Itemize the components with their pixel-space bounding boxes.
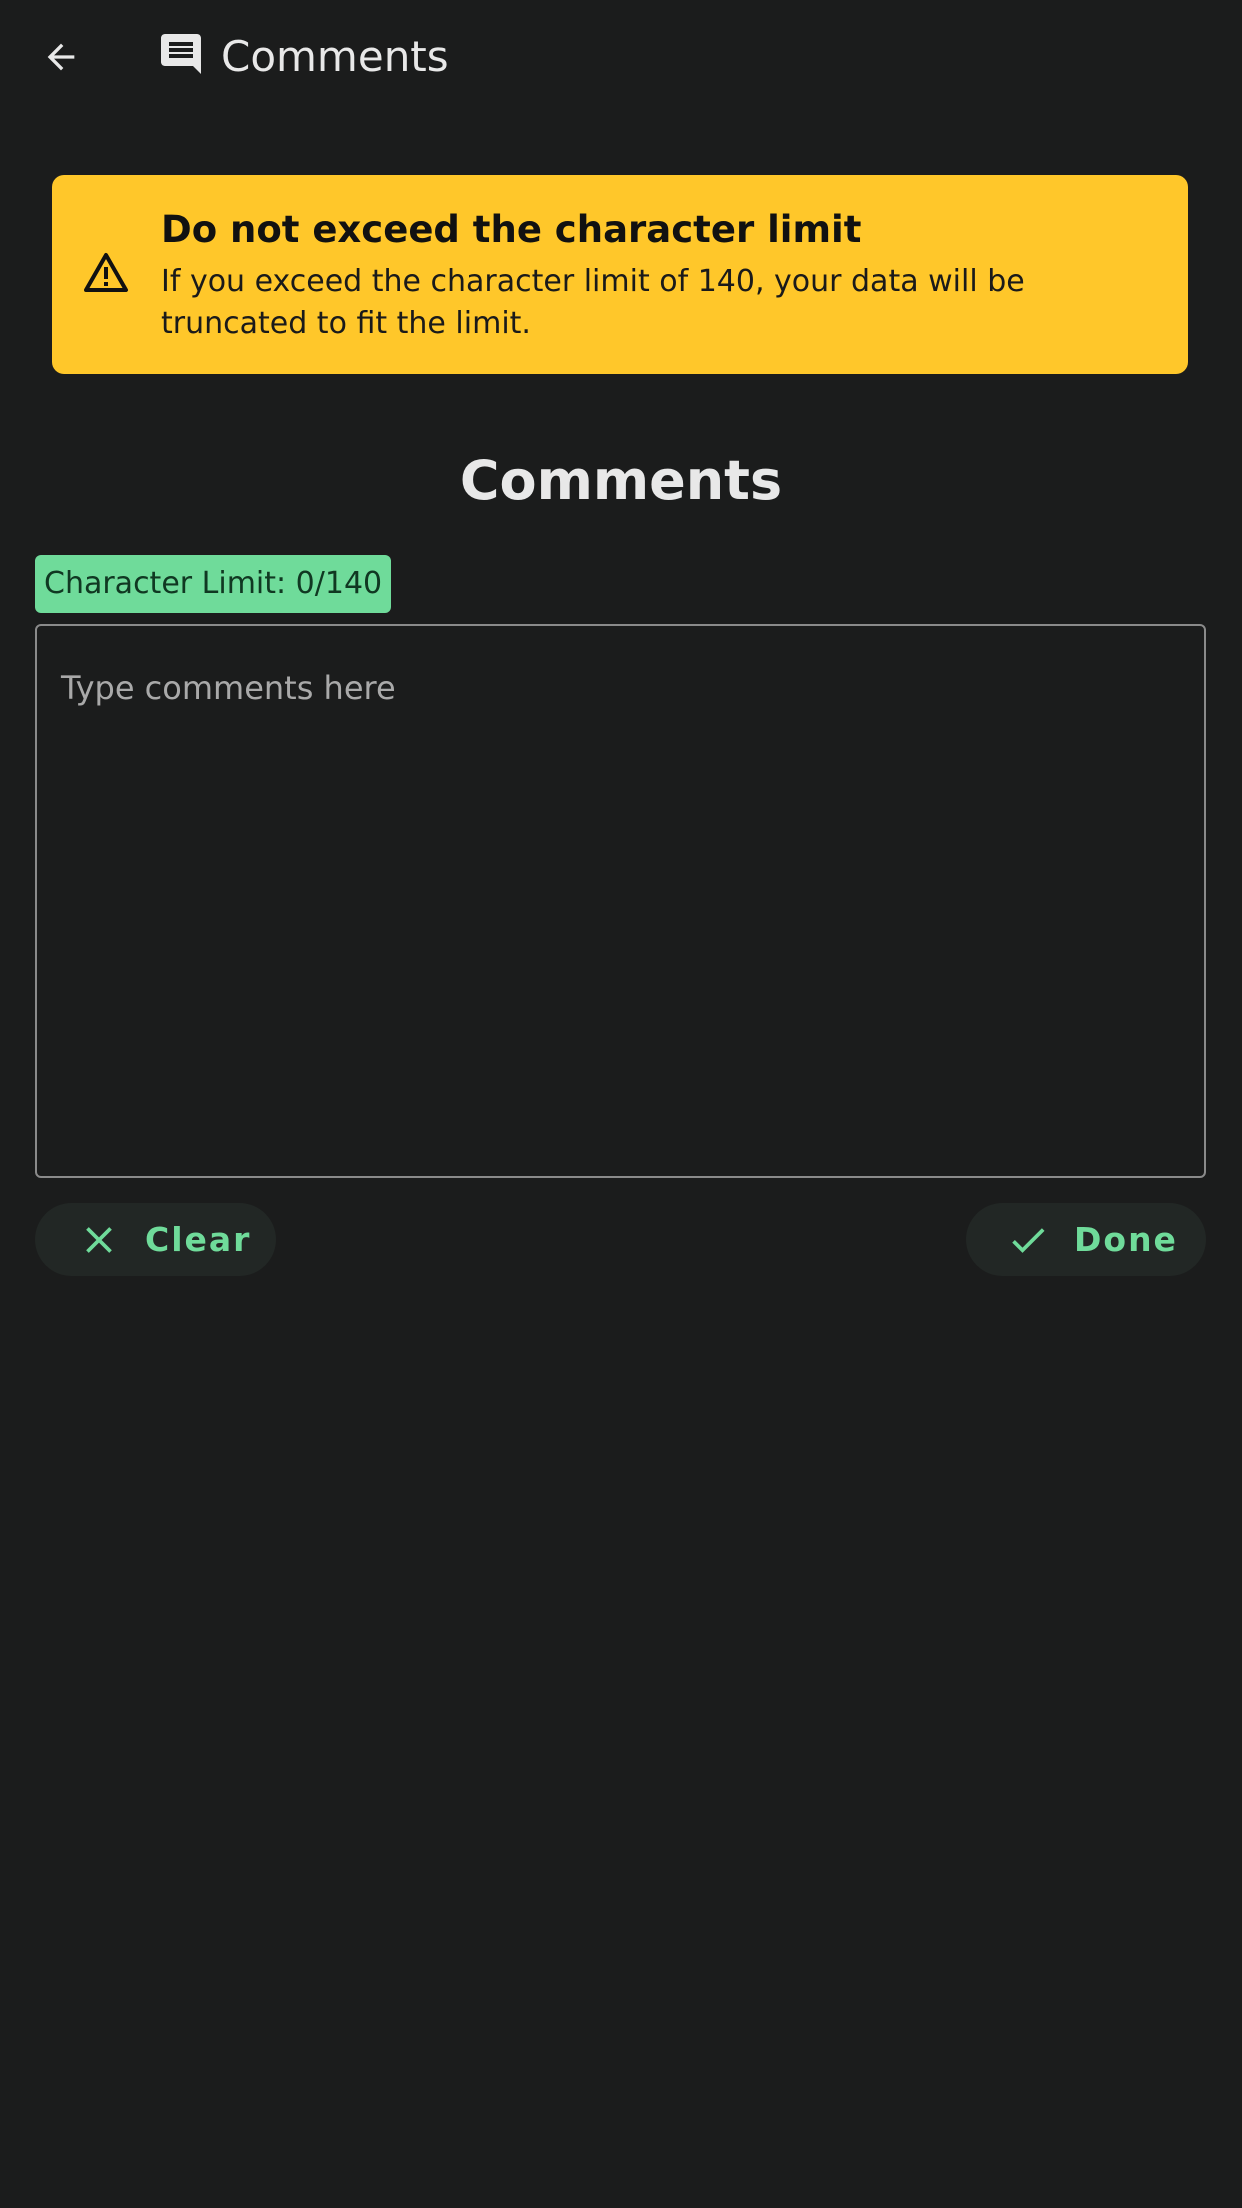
banner-title: Do not exceed the character limit [161,208,862,251]
arrow-left-icon [47,43,75,71]
done-button-label: Done [1074,1220,1178,1259]
banner-message: If you exceed the character limit of 140… [161,264,1025,341]
clear-button[interactable]: Clear [35,1203,276,1276]
page-title: Comments [221,32,449,81]
character-limit-badge: Character Limit: 0/140 [35,555,392,613]
comments-screen: Comments Do not exceed the character lim… [0,0,1242,2208]
done-button[interactable]: Done [966,1203,1206,1276]
clear-button-label: Clear [145,1220,252,1259]
top-app-bar: Comments [0,0,1242,116]
section-heading: Comments [459,449,783,512]
back-button[interactable] [30,26,92,88]
warning-icon [84,253,128,292]
warning-banner: Do not exceed the character limit If you… [52,175,1188,374]
comment-icon [161,34,201,74]
close-icon [86,1226,112,1253]
comments-input[interactable] [35,624,1206,1178]
check-icon [1012,1227,1045,1253]
